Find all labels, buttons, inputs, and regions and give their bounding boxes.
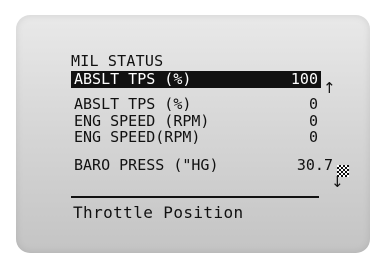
arrow-down-icon[interactable]: ↓ [331,174,344,191]
parameter-description: Throttle Position [73,203,244,222]
data-row-selected[interactable]: ABSLT TPS (%) 100 [71,71,321,88]
data-row[interactable]: ABSLT TPS (%) 0 [71,96,321,113]
data-row-label: BARO PRESS ("HG) [74,156,219,174]
data-row-label: ABSLT TPS (%) [74,95,192,113]
screen-header: MIL STATUS [71,52,164,70]
scan-tool-device: MIL STATUS ABSLT TPS (%) 100 ↑ ABSLT TPS… [0,0,386,270]
data-row-value: 100 [290,70,318,88]
data-row-label: ABSLT TPS (%) [74,70,192,88]
data-row-label: ENG SPEED(RPM) [74,128,201,146]
data-row[interactable]: ENG SPEED(RPM) 0 [71,129,321,146]
divider [71,196,319,198]
data-row[interactable]: BARO PRESS ("HG) 30.7 [71,157,336,174]
data-row-value: 30.7 [296,156,333,174]
lcd-screen: MIL STATUS ABSLT TPS (%) 100 ↑ ABSLT TPS… [16,15,370,253]
data-row-value: 0 [308,95,318,113]
data-row-value: 0 [308,128,318,146]
arrow-up-icon[interactable]: ↑ [323,80,336,97]
